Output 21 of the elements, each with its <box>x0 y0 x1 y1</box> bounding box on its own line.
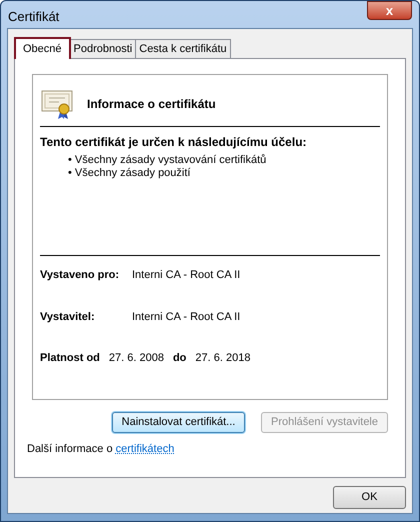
window-title: Certifikát <box>8 8 60 26</box>
field-value: Interni CA - Root CA II <box>132 310 240 324</box>
field-label: Vystavitel: <box>40 310 96 324</box>
certificate-icon <box>41 88 73 120</box>
field-value: Interni CA - Root CA II <box>132 268 240 283</box>
section-heading: Informace o certifikátu <box>87 96 216 112</box>
certificates-link[interactable]: certifikátech <box>116 443 174 455</box>
tab[interactable]: Obecné <box>14 37 71 59</box>
field-value: 27. 6. 2018 <box>195 351 250 366</box>
ok-button[interactable]: OK <box>333 486 406 509</box>
purpose-title: Tento certifikát je určen k následujícímu účelu: <box>40 134 308 151</box>
tab[interactable]: Podrobnosti <box>70 39 136 58</box>
more-info-text: Další informace o certifikátech <box>27 442 176 457</box>
field-label: do <box>172 351 186 366</box>
purpose-item: • Všechny zásady vystavování certifikátů <box>68 154 268 167</box>
field-label: Platnost od <box>40 351 100 366</box>
field-label: Vystaveno pro: <box>40 268 120 283</box>
purpose-item: • Všechny zásady použití <box>68 167 192 180</box>
tab[interactable]: Cesta k certifikátu <box>135 39 231 58</box>
install-button[interactable]: Nainstalovat certifikát... <box>112 412 245 433</box>
field-value: 27. 6. 2008 <box>108 351 164 366</box>
